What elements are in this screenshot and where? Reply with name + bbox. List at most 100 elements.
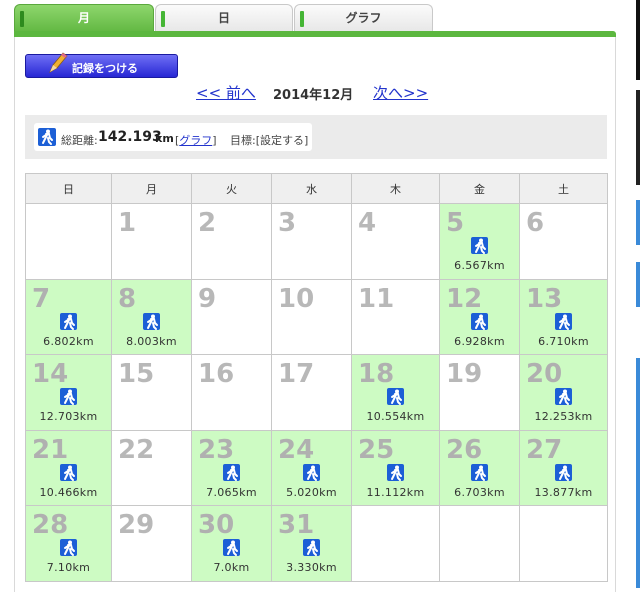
walking-person-icon[interactable]: [555, 312, 572, 330]
calendar-day-cell[interactable]: 6: [519, 203, 608, 280]
graph-link-wrap: [グラフ]: [175, 134, 217, 147]
calendar-week-row: 1 2 3 4 5 6.567km 6: [25, 203, 608, 280]
day-distance: 12.703km: [39, 410, 98, 423]
calendar-day-cell[interactable]: 30 7.0km: [191, 505, 272, 582]
calendar-day-cell[interactable]: 2: [191, 203, 272, 280]
calendar-day-cell[interactable]: 19: [439, 354, 520, 431]
total-distance-unit: km: [155, 132, 174, 145]
next-month-link[interactable]: 次へ>>: [373, 82, 428, 103]
day-distance: 11.112km: [366, 485, 425, 499]
calendar-day-cell[interactable]: 20 12.253km: [519, 354, 608, 431]
day-distance: 8.003km: [126, 334, 177, 348]
calendar-day-cell[interactable]: 31 3.330km: [271, 505, 352, 582]
walking-person-icon[interactable]: [223, 463, 240, 481]
walking-person-icon[interactable]: [471, 237, 488, 254]
day-number: 28: [32, 510, 69, 540]
calendar-day-cell[interactable]: 13 6.710km: [519, 278, 608, 355]
calendar-day-cell[interactable]: 16: [191, 354, 272, 431]
day-number: 29: [118, 510, 155, 540]
day-number: 8: [118, 283, 137, 314]
calendar-day-cell[interactable]: 25 11.112km: [351, 429, 440, 506]
goal-setting-link[interactable]: 目標:[設定する]: [230, 132, 308, 148]
day-distance: 10.554km: [366, 410, 425, 423]
day-distance: 13.877km: [534, 485, 593, 499]
total-distance-value: 142.193: [98, 129, 162, 145]
day-number: 6: [526, 208, 545, 238]
day-number: 27: [526, 434, 563, 465]
calendar-week-row: 7 6.802km 8 8.003km 9 10 11 12 6.928km 13 6.710km: [25, 278, 608, 355]
weekday-header: 土: [519, 173, 608, 204]
day-distance: 7.10km: [46, 561, 91, 574]
calendar-day-cell[interactable]: 24 5.020km: [271, 429, 352, 506]
day-distance: 6.703km: [454, 485, 505, 499]
pencil-icon: [49, 52, 68, 73]
prev-month-link[interactable]: << 前へ: [196, 82, 256, 103]
calendar-day-cell[interactable]: 21 10.466km: [25, 429, 112, 506]
weekday-header: 水: [271, 173, 352, 204]
day-number: 25: [358, 434, 395, 465]
calendar-day-cell[interactable]: 7 6.802km: [25, 278, 112, 355]
calendar-day-cell[interactable]: 23 7.065km: [191, 429, 272, 506]
calendar-day-cell[interactable]: 14 12.703km: [25, 354, 112, 431]
day-number: 11: [358, 283, 395, 314]
walking-person-icon[interactable]: [555, 388, 572, 405]
calendar-day-cell[interactable]: 5 6.567km: [439, 203, 520, 280]
walking-person-icon[interactable]: [471, 463, 488, 481]
calendar-day-cell[interactable]: 28 7.10km: [25, 505, 112, 582]
day-number: 30: [198, 510, 235, 540]
calendar-day-cell[interactable]: 22: [111, 429, 192, 506]
weekday-header: 日: [25, 173, 112, 204]
day-number: 7: [32, 283, 51, 314]
edge-strip: [636, 0, 640, 80]
calendar-day-cell[interactable]: 18 10.554km: [351, 354, 440, 431]
tab-day[interactable]: 日: [155, 4, 293, 32]
walking-person-icon[interactable]: [60, 463, 77, 481]
tab-marker: [20, 11, 24, 27]
edge-strip: [636, 358, 640, 588]
calendar-day-cell[interactable]: 9: [191, 278, 272, 355]
calendar-day-cell[interactable]: 17: [271, 354, 352, 431]
record-button[interactable]: 記録をつける: [25, 52, 178, 78]
walking-person-icon[interactable]: [60, 388, 77, 405]
walking-person-icon[interactable]: [303, 539, 320, 556]
calendar-week-row: 14 12.703km 15 16 17 18 10.554km 19 20 12.253km: [25, 354, 608, 431]
tab-day-label: 日: [217, 11, 230, 25]
calendar-day-cell[interactable]: 11: [351, 278, 440, 355]
day-distance: 6.710km: [538, 334, 589, 348]
day-number: 9: [198, 283, 217, 314]
day-distance: 5.020km: [286, 485, 337, 499]
walking-person-icon[interactable]: [387, 388, 404, 405]
walking-person-icon[interactable]: [387, 463, 404, 481]
walking-person-icon[interactable]: [555, 463, 572, 481]
day-number: 10: [278, 283, 315, 314]
walking-person-icon[interactable]: [60, 312, 77, 330]
walking-person-icon[interactable]: [60, 539, 77, 556]
day-number: 2: [198, 208, 217, 238]
calendar-day-cell[interactable]: 12 6.928km: [439, 278, 520, 355]
calendar-day-cell: [351, 505, 440, 582]
calendar-day-cell[interactable]: 8 8.003km: [111, 278, 192, 355]
calendar-day-cell[interactable]: 10: [271, 278, 352, 355]
calendar-table: 日 月 火 水 木 金 土 1 2 3 4 5 6.567km 6 7 6.802km 8 8.00…: [25, 173, 608, 582]
calendar-day-cell[interactable]: 26 6.703km: [439, 429, 520, 506]
calendar-day-cell[interactable]: 27 13.877km: [519, 429, 608, 506]
walking-person-icon[interactable]: [303, 463, 320, 481]
calendar-day-cell[interactable]: 4: [351, 203, 440, 280]
walking-person-icon[interactable]: [223, 539, 240, 556]
walking-person-icon[interactable]: [471, 312, 488, 330]
calendar-day-cell[interactable]: 15: [111, 354, 192, 431]
calendar-body: 1 2 3 4 5 6.567km 6 7 6.802km 8 8.003km 9 10 11 12 6.92…: [25, 203, 608, 582]
graph-link[interactable]: グラフ: [179, 134, 212, 147]
tab-month[interactable]: 月: [14, 4, 154, 32]
calendar-day-cell[interactable]: 1: [111, 203, 192, 280]
day-number: 1: [118, 208, 137, 238]
day-number: 20: [526, 359, 563, 389]
calendar-day-cell[interactable]: 29: [111, 505, 192, 582]
summary-box: 総距離: 142.193 km [グラフ] 目標:[設定する]: [34, 123, 312, 151]
tab-bar: 月 日 グラフ: [14, 4, 616, 32]
walking-person-icon[interactable]: [143, 312, 160, 330]
tab-graph[interactable]: グラフ: [294, 4, 433, 32]
weekday-header: 木: [351, 173, 440, 204]
day-number: 15: [118, 359, 155, 389]
calendar-day-cell[interactable]: 3: [271, 203, 352, 280]
